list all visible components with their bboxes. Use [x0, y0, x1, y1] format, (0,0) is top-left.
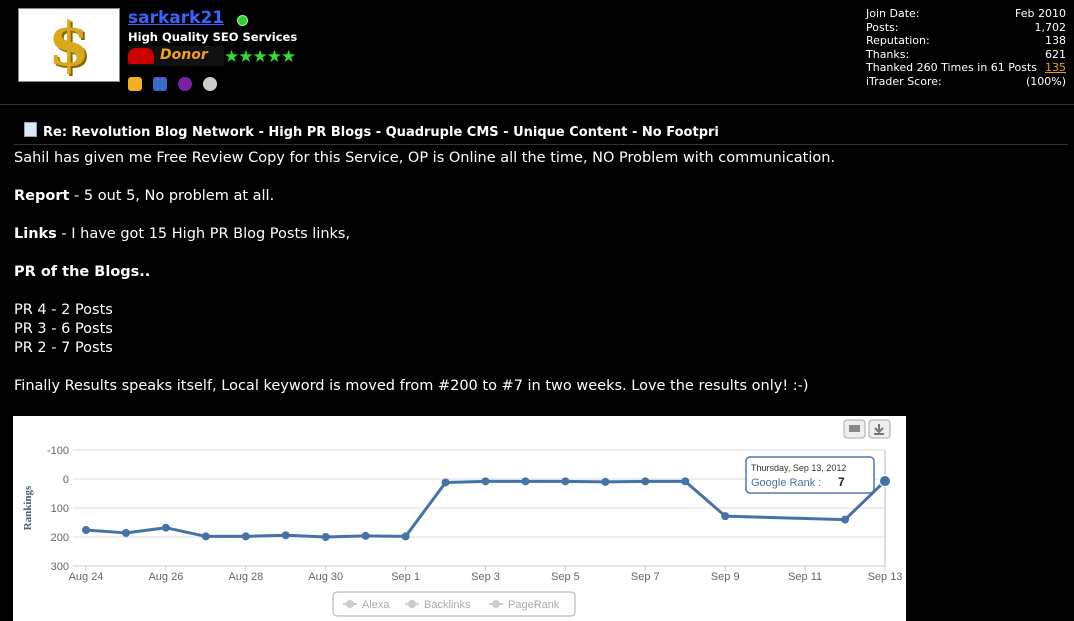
post-pr-heading: PR of the Blogs.. — [14, 264, 151, 280]
y-tick-label: -100 — [47, 445, 69, 457]
donor-hat-icon — [128, 48, 154, 64]
x-tick-label: Sep 3 — [471, 571, 500, 583]
tooltip-date: Thursday, Sep 13, 2012 — [751, 463, 846, 473]
data-point[interactable] — [241, 532, 250, 541]
thanked-posts-link[interactable]: 135 — [1045, 61, 1066, 75]
post-line-intro: Sahil has given me Free Review Copy for … — [14, 150, 836, 166]
y-tick-label: 200 — [51, 532, 69, 544]
x-tick-label: Aug 30 — [308, 571, 343, 583]
post-pr2: PR 2 - 7 Posts — [14, 340, 113, 356]
x-tick-label: Sep 11 — [788, 571, 822, 583]
stat-reputation: Reputation: 138 — [866, 34, 1066, 47]
post-title: Re: Revolution Blog Network - High PR Bl… — [24, 122, 719, 140]
yahoo-icon[interactable] — [178, 77, 193, 91]
legend-marker[interactable] — [346, 600, 354, 608]
dollar-icon: $ — [48, 10, 90, 80]
data-point[interactable] — [601, 477, 610, 486]
data-point[interactable] — [361, 531, 370, 540]
data-point[interactable] — [841, 515, 850, 524]
user-header: $ sarkark21 High Quality SEO Services Do… — [0, 0, 1074, 105]
data-point[interactable] — [481, 477, 490, 486]
donor-badge: Donor — [128, 46, 224, 66]
data-point[interactable] — [161, 523, 170, 532]
data-point[interactable] — [82, 526, 90, 535]
y-tick-label: 100 — [51, 503, 69, 515]
tooltip-value: 7 — [838, 475, 845, 489]
x-tick-label: Sep 7 — [631, 571, 660, 583]
username-link[interactable]: sarkark21 — [128, 8, 224, 28]
x-tick-label: Aug 24 — [69, 571, 104, 583]
data-point[interactable] — [721, 512, 730, 521]
skype-icon[interactable] — [203, 77, 218, 91]
contact-icon[interactable] — [153, 77, 168, 91]
data-point[interactable] — [281, 531, 290, 540]
data-point[interactable] — [681, 477, 690, 486]
tooltip-label: Google Rank : — [751, 477, 821, 489]
post-line-links: Links - I have got 15 High PR Blog Posts… — [14, 226, 351, 242]
x-tick-label: Sep 1 — [391, 571, 420, 583]
data-point[interactable] — [879, 475, 891, 488]
x-tick-label: Sep 5 — [551, 571, 580, 583]
data-point[interactable] — [441, 478, 450, 487]
post-pr3: PR 3 - 6 Posts — [14, 321, 113, 337]
y-tick-label: 0 — [63, 474, 69, 486]
stat-posts: Posts: 1,702 — [866, 20, 1066, 34]
post-line-report: Report - 5 out 5, No problem at all. — [14, 188, 275, 204]
legend-item-label[interactable]: Backlinks — [424, 599, 471, 611]
divider — [14, 144, 1068, 145]
post-pr4: PR 4 - 2 Posts — [14, 302, 113, 318]
stat-join-date: Join Date: Feb 2010 — [866, 7, 1066, 20]
data-point[interactable] — [121, 528, 130, 537]
rankings-chart: -100 0 100 200 300 Rankings Aug 24 Aug 26 Aug 28… — [13, 416, 906, 621]
data-point[interactable] — [641, 477, 650, 486]
legend-marker[interactable] — [408, 600, 416, 608]
user-stats: Join Date: Feb 2010 Posts: 1,702 Reputatio… — [866, 7, 1066, 88]
stat-itrader: iTrader Score: (100%) — [866, 74, 1066, 88]
legend-item-label[interactable]: Alexa — [362, 599, 390, 611]
post-line-final: Finally Results speaks itself, Local key… — [14, 378, 809, 394]
y-axis-label: Rankings — [22, 485, 34, 530]
legend-item-label[interactable]: PageRank — [508, 599, 560, 611]
x-tick-label: Aug 28 — [228, 571, 263, 583]
reputation-stars-icon: ★★★★★ — [224, 47, 296, 67]
legend-marker[interactable] — [492, 600, 500, 608]
data-point[interactable] — [521, 477, 530, 486]
person-icon[interactable] — [128, 77, 142, 91]
user-icons — [128, 76, 223, 95]
printer-icon — [849, 425, 860, 432]
chart-svg: -100 0 100 200 300 Rankings Aug 24 Aug 26 Aug 28… — [22, 419, 903, 617]
user-title: High Quality SEO Services — [128, 30, 298, 44]
avatar[interactable]: $ — [18, 8, 120, 82]
stat-thanks: Thanks: 621 — [866, 47, 1066, 61]
x-tick-label: Sep 9 — [711, 571, 740, 583]
data-point[interactable] — [561, 477, 570, 486]
donor-label: Donor — [160, 47, 208, 63]
stat-thanked: Thanked 260 Times in 61 Posts 135 — [866, 61, 1066, 75]
data-point[interactable] — [201, 532, 210, 541]
document-icon — [24, 122, 37, 137]
y-tick-label: 300 — [51, 561, 69, 573]
data-point[interactable] — [321, 533, 330, 541]
x-tick-label: Aug 26 — [148, 571, 183, 583]
data-point[interactable] — [401, 532, 410, 541]
x-tick-label: Sep 13 — [868, 571, 903, 583]
online-status-icon — [237, 15, 248, 26]
